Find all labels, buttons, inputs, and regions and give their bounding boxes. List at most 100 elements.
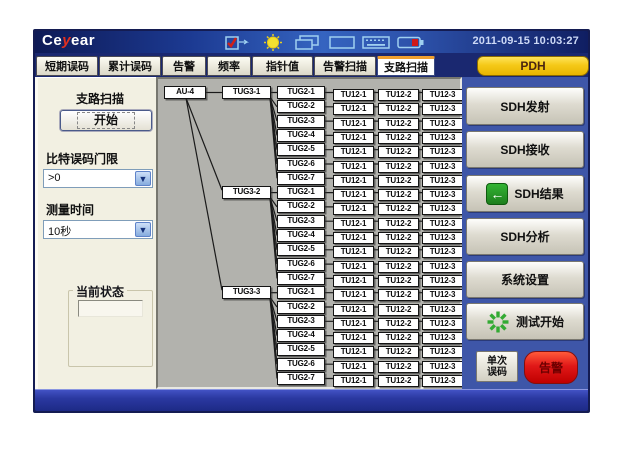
tree-node-au4[interactable]: AU-4	[164, 86, 206, 99]
tree-node-tug2-2-2[interactable]: TUG2-2	[277, 200, 325, 213]
tree-node-tu12-2-6-2[interactable]: TU12-2	[378, 261, 419, 273]
tab-5[interactable]: 指针值	[252, 56, 313, 76]
tab-3[interactable]: 告警	[162, 56, 206, 76]
bit-error-threshold-select[interactable]: >0 ▼	[43, 169, 153, 188]
tree-node-tug2-1-7[interactable]: TUG2-7	[277, 172, 325, 185]
tree-node-tu12-2-4-1[interactable]: TU12-1	[333, 232, 374, 244]
measure-time-select[interactable]: 10秒 ▼	[43, 220, 153, 239]
tree-node-tu12-1-3-1[interactable]: TU12-1	[333, 118, 374, 130]
tree-node-tug3-2[interactable]: TUG3-2	[222, 186, 271, 199]
tree-node-tug2-2-7[interactable]: TUG2-7	[277, 272, 325, 285]
tree-node-tug2-3-3[interactable]: TUG2-3	[277, 315, 325, 328]
tab-7[interactable]: 支路扫描	[377, 56, 435, 76]
tree-node-tug2-3-5[interactable]: TUG2-5	[277, 343, 325, 356]
tree-node-tu12-3-3-3[interactable]: TU12-3	[422, 318, 463, 330]
tree-node-tu12-2-5-2[interactable]: TU12-2	[378, 246, 419, 258]
tree-node-tu12-1-7-3[interactable]: TU12-3	[422, 175, 463, 187]
tree-node-tu12-3-5-1[interactable]: TU12-1	[333, 346, 374, 358]
tree-node-tu12-2-7-1[interactable]: TU12-1	[333, 275, 374, 287]
tree-node-tu12-1-2-1[interactable]: TU12-1	[333, 103, 374, 115]
tree-node-tu12-3-7-2[interactable]: TU12-2	[378, 375, 419, 387]
tree-node-tu12-2-1-1[interactable]: TU12-1	[333, 189, 374, 201]
tree-node-tu12-1-5-1[interactable]: TU12-1	[333, 146, 374, 158]
tree-node-tu12-2-4-2[interactable]: TU12-2	[378, 232, 419, 244]
tree-node-tu12-1-4-3[interactable]: TU12-3	[422, 132, 463, 144]
pdh-button[interactable]: PDH	[477, 56, 589, 76]
single-error-button[interactable]: 单次 误码	[476, 351, 518, 382]
tree-node-tu12-1-5-2[interactable]: TU12-2	[378, 146, 419, 158]
chevron-down-icon[interactable]: ▼	[135, 171, 151, 186]
tree-node-tug2-3-7[interactable]: TUG2-7	[277, 372, 325, 385]
tree-node-tu12-2-4-3[interactable]: TU12-3	[422, 232, 463, 244]
tree-node-tug2-2-3[interactable]: TUG2-3	[277, 215, 325, 228]
tree-node-tu12-1-6-2[interactable]: TU12-2	[378, 161, 419, 173]
tree-node-tu12-2-3-2[interactable]: TU12-2	[378, 218, 419, 230]
tree-node-tu12-2-5-3[interactable]: TU12-3	[422, 246, 463, 258]
tree-node-tu12-1-1-3[interactable]: TU12-3	[422, 89, 463, 101]
tree-node-tu12-1-2-3[interactable]: TU12-3	[422, 103, 463, 115]
tree-node-tug2-1-3[interactable]: TUG2-3	[277, 115, 325, 128]
tree-node-tu12-3-3-2[interactable]: TU12-2	[378, 318, 419, 330]
tree-node-tu12-1-3-3[interactable]: TU12-3	[422, 118, 463, 130]
tree-node-tu12-2-2-1[interactable]: TU12-1	[333, 203, 374, 215]
menu-button-5[interactable]: 系统设置	[466, 261, 584, 298]
tree-node-tu12-2-1-2[interactable]: TU12-2	[378, 189, 419, 201]
tree-node-tu12-3-6-2[interactable]: TU12-2	[378, 361, 419, 373]
tree-node-tu12-3-5-2[interactable]: TU12-2	[378, 346, 419, 358]
tree-node-tug2-3-2[interactable]: TUG2-2	[277, 301, 325, 314]
alarm-button[interactable]: 告警	[524, 351, 578, 384]
tree-node-tu12-3-6-1[interactable]: TU12-1	[333, 361, 374, 373]
tree-node-tu12-3-1-2[interactable]: TU12-2	[378, 289, 419, 301]
tree-node-tu12-3-2-3[interactable]: TU12-3	[422, 304, 463, 316]
tree-node-tu12-1-4-2[interactable]: TU12-2	[378, 132, 419, 144]
tree-node-tu12-1-4-1[interactable]: TU12-1	[333, 132, 374, 144]
tree-node-tu12-2-6-3[interactable]: TU12-3	[422, 261, 463, 273]
tab-6[interactable]: 告警扫描	[314, 56, 376, 76]
tree-node-tu12-1-2-2[interactable]: TU12-2	[378, 103, 419, 115]
tree-node-tug2-3-4[interactable]: TUG2-4	[277, 329, 325, 342]
tab-2[interactable]: 累计误码	[99, 56, 161, 76]
tree-node-tu12-1-6-1[interactable]: TU12-1	[333, 161, 374, 173]
chevron-down-icon[interactable]: ▼	[135, 222, 151, 237]
tree-node-tug3-1[interactable]: TUG3-1	[222, 86, 271, 99]
tree-node-tug2-2-1[interactable]: TUG2-1	[277, 186, 325, 199]
tree-node-tu12-2-1-3[interactable]: TU12-3	[422, 189, 463, 201]
menu-button-4[interactable]: SDH分析	[466, 218, 584, 255]
tree-node-tu12-1-5-3[interactable]: TU12-3	[422, 146, 463, 158]
tree-node-tu12-2-7-2[interactable]: TU12-2	[378, 275, 419, 287]
tree-node-tug2-1-4[interactable]: TUG2-4	[277, 129, 325, 142]
tree-node-tu12-1-1-2[interactable]: TU12-2	[378, 89, 419, 101]
tree-node-tu12-2-7-3[interactable]: TU12-3	[422, 275, 463, 287]
menu-button-2[interactable]: SDH接收	[466, 131, 584, 168]
tree-node-tu12-3-3-1[interactable]: TU12-1	[333, 318, 374, 330]
tree-node-tu12-2-5-1[interactable]: TU12-1	[333, 246, 374, 258]
tree-node-tu12-2-6-1[interactable]: TU12-1	[333, 261, 374, 273]
tree-node-tu12-3-5-3[interactable]: TU12-3	[422, 346, 463, 358]
tree-node-tug2-1-2[interactable]: TUG2-2	[277, 100, 325, 113]
tab-4[interactable]: 频率	[207, 56, 251, 76]
tree-node-tug2-2-5[interactable]: TUG2-5	[277, 243, 325, 256]
tree-node-tug3-3[interactable]: TUG3-3	[222, 286, 271, 299]
tree-node-tug2-1-5[interactable]: TUG2-5	[277, 143, 325, 156]
tree-node-tug2-3-1[interactable]: TUG2-1	[277, 286, 325, 299]
tree-node-tu12-2-2-2[interactable]: TU12-2	[378, 203, 419, 215]
tree-node-tug2-2-6[interactable]: TUG2-6	[277, 258, 325, 271]
menu-button-3[interactable]: ←SDH结果	[466, 175, 584, 212]
menu-button-6[interactable]: 测试开始	[466, 303, 584, 340]
tree-node-tu12-2-3-3[interactable]: TU12-3	[422, 218, 463, 230]
start-button[interactable]: 开始	[60, 110, 152, 131]
tab-1[interactable]: 短期误码	[36, 56, 98, 76]
tree-node-tu12-3-2-1[interactable]: TU12-1	[333, 304, 374, 316]
tree-node-tu12-3-1-1[interactable]: TU12-1	[333, 289, 374, 301]
tree-node-tug2-1-6[interactable]: TUG2-6	[277, 158, 325, 171]
tree-node-tu12-3-4-2[interactable]: TU12-2	[378, 332, 419, 344]
tree-node-tug2-2-4[interactable]: TUG2-4	[277, 229, 325, 242]
tree-node-tu12-3-4-1[interactable]: TU12-1	[333, 332, 374, 344]
tree-node-tu12-1-7-2[interactable]: TU12-2	[378, 175, 419, 187]
tree-node-tu12-3-6-3[interactable]: TU12-3	[422, 361, 463, 373]
tree-node-tu12-1-3-2[interactable]: TU12-2	[378, 118, 419, 130]
tree-node-tug2-3-6[interactable]: TUG2-6	[277, 358, 325, 371]
tree-node-tu12-3-7-1[interactable]: TU12-1	[333, 375, 374, 387]
tree-node-tu12-1-6-3[interactable]: TU12-3	[422, 161, 463, 173]
tree-node-tu12-3-1-3[interactable]: TU12-3	[422, 289, 463, 301]
